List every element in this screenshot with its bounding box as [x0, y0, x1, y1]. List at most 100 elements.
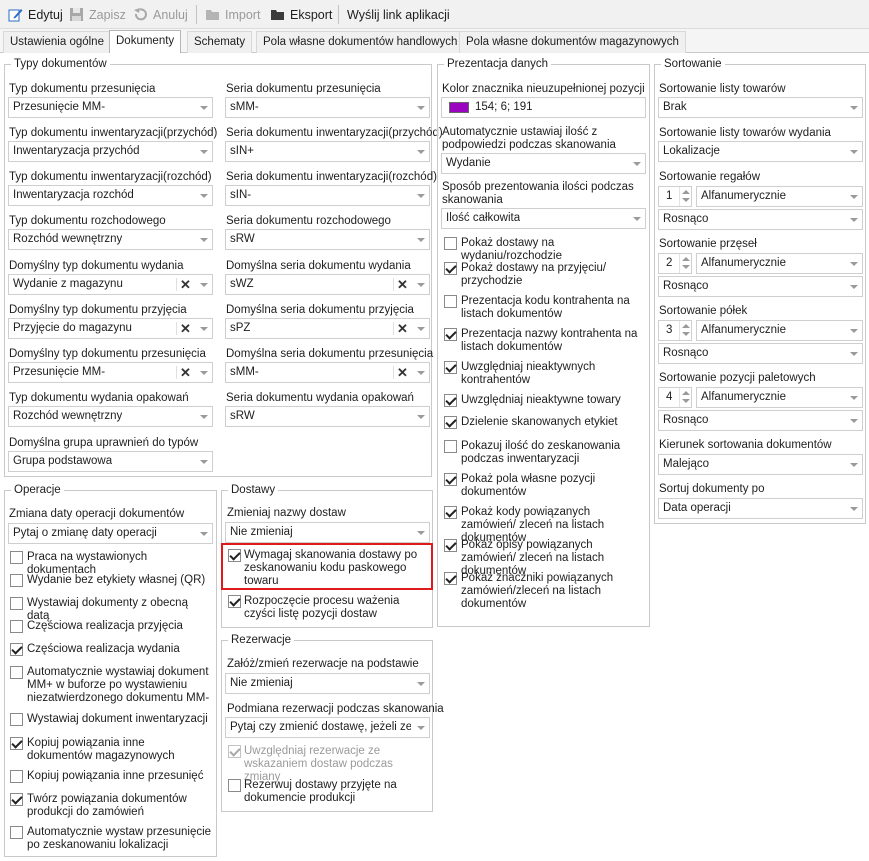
transfer-doc-series-select[interactable]: sMM-	[225, 97, 430, 118]
chevron-down-icon[interactable]	[845, 98, 862, 117]
doc-sort-by-select[interactable]: Data operacji	[658, 498, 863, 519]
checkbox[interactable]	[228, 779, 241, 792]
checkbox[interactable]	[10, 793, 23, 806]
checkbox[interactable]	[10, 574, 23, 587]
checkbox[interactable]	[228, 745, 241, 758]
chevron-down-icon[interactable]	[412, 363, 429, 382]
default-receipt-type-select[interactable]: Przyjęcie do magazynu ✕	[8, 318, 213, 339]
inventory-income-series-select[interactable]: sIN+	[225, 141, 430, 162]
checkbox[interactable]	[10, 770, 23, 783]
chevron-down-icon[interactable]	[195, 319, 212, 338]
default-transfer-type-select[interactable]: Przesunięcie MM- ✕	[8, 362, 213, 383]
checkbox[interactable]	[10, 666, 23, 679]
up-down-arrows-icon[interactable]	[679, 187, 691, 206]
clear-icon[interactable]: ✕	[393, 363, 411, 382]
checkbox[interactable]	[444, 361, 457, 374]
checkbox[interactable]	[228, 549, 241, 562]
send-link-button[interactable]: Wyślij link aplikacji	[347, 5, 450, 24]
inventory-income-type-select[interactable]: Inwentaryzacja przychód	[8, 141, 213, 162]
chevron-down-icon[interactable]	[628, 209, 645, 228]
checkbox[interactable]	[444, 506, 457, 519]
checkbox[interactable]	[228, 595, 241, 608]
chevron-down-icon[interactable]	[195, 275, 212, 294]
tab-general-settings[interactable]: Ustawienia ogólne	[3, 31, 111, 53]
product-list-sort-select[interactable]: Brak	[658, 97, 863, 118]
chevron-down-icon[interactable]	[195, 230, 212, 249]
issue-list-sort-select[interactable]: Lokalizacje	[658, 141, 863, 162]
chevron-down-icon[interactable]	[845, 277, 862, 296]
up-down-arrows-icon[interactable]	[679, 388, 691, 407]
chevron-down-icon[interactable]	[845, 388, 862, 407]
checkbox[interactable]	[10, 643, 23, 656]
up-down-arrows-icon[interactable]	[679, 254, 691, 273]
pallet-mode-select[interactable]: Alfanumerycznie	[696, 387, 863, 408]
qty-presentation-select[interactable]: Ilość całkowita	[441, 208, 646, 229]
pallet-order-select[interactable]: Rosnąco	[658, 410, 863, 431]
tab-warehouse-custom-fields[interactable]: Pola własne dokumentów magazynowych	[459, 31, 686, 53]
chevron-down-icon[interactable]	[412, 407, 429, 426]
clear-icon[interactable]: ✕	[393, 275, 411, 294]
checkbox[interactable]	[444, 473, 457, 486]
delivery-rename-select[interactable]: Nie zmieniaj	[225, 522, 430, 543]
checkbox[interactable]	[10, 737, 23, 750]
checkbox[interactable]	[444, 262, 457, 275]
permission-group-select[interactable]: Grupa podstawowa	[8, 451, 213, 472]
chevron-down-icon[interactable]	[412, 142, 429, 161]
bay-order-select[interactable]: Rosnąco	[658, 276, 863, 297]
checkbox[interactable]	[10, 713, 23, 726]
chevron-down-icon[interactable]	[412, 674, 429, 693]
chevron-down-icon[interactable]	[195, 407, 212, 426]
chevron-down-icon[interactable]	[845, 344, 862, 363]
checkbox[interactable]	[444, 295, 457, 308]
checkbox[interactable]	[10, 597, 23, 610]
chevron-down-icon[interactable]	[845, 321, 862, 340]
checkbox[interactable]	[444, 440, 457, 453]
packaging-issue-series-select[interactable]: sRW	[225, 406, 430, 427]
rack-mode-select[interactable]: Alfanumerycznie	[696, 186, 863, 207]
checkbox[interactable]	[10, 620, 23, 633]
chevron-down-icon[interactable]	[195, 524, 212, 543]
default-transfer-series-select[interactable]: sMM- ✕	[225, 362, 430, 383]
default-receipt-series-select[interactable]: sPZ ✕	[225, 318, 430, 339]
outgoing-doc-type-select[interactable]: Rozchód wewnętrzny	[8, 229, 213, 250]
packaging-issue-type-select[interactable]: Rozchód wewnętrzny	[8, 406, 213, 427]
checkbox[interactable]	[444, 572, 457, 585]
up-down-arrows-icon[interactable]	[679, 321, 691, 340]
chevron-down-icon[interactable]	[845, 142, 862, 161]
shelf-mode-select[interactable]: Alfanumerycznie	[696, 320, 863, 341]
transfer-doc-type-select[interactable]: Przesunięcie MM-	[8, 97, 213, 118]
chevron-down-icon[interactable]	[412, 275, 429, 294]
reservation-swap-select[interactable]: Pytaj czy zmienić dostawę, jeżeli ze...	[225, 717, 430, 738]
tab-trade-custom-fields[interactable]: Pola własne dokumentów handlowych	[256, 31, 465, 53]
chevron-down-icon[interactable]	[412, 523, 429, 542]
chevron-down-icon[interactable]	[845, 210, 862, 229]
checkbox[interactable]	[444, 328, 457, 341]
chevron-down-icon[interactable]	[412, 319, 429, 338]
chevron-down-icon[interactable]	[195, 142, 212, 161]
save-button[interactable]: Zapisz	[69, 5, 126, 24]
clear-icon[interactable]: ✕	[393, 319, 411, 338]
edit-button[interactable]: Edytuj	[8, 5, 63, 24]
checkbox[interactable]	[444, 539, 457, 552]
bay-priority-stepper[interactable]: 2	[658, 253, 692, 274]
chevron-down-icon[interactable]	[628, 154, 645, 173]
reservation-basis-select[interactable]: Nie zmieniaj	[225, 673, 430, 694]
cancel-button[interactable]: Anuluj	[133, 5, 188, 24]
default-issue-type-select[interactable]: Wydanie z magazynu ✕	[8, 274, 213, 295]
checkbox[interactable]	[444, 416, 457, 429]
clear-icon[interactable]: ✕	[176, 275, 194, 294]
chevron-down-icon[interactable]	[195, 363, 212, 382]
auto-qty-select[interactable]: Wydanie	[441, 153, 646, 174]
chevron-down-icon[interactable]	[195, 98, 212, 117]
chevron-down-icon[interactable]	[845, 455, 862, 474]
outgoing-doc-series-select[interactable]: sRW	[225, 229, 430, 250]
chevron-down-icon[interactable]	[412, 98, 429, 117]
inventory-outcome-type-select[interactable]: Inwentaryzacja rozchód	[8, 185, 213, 206]
checkbox[interactable]	[10, 551, 23, 564]
chevron-down-icon[interactable]	[845, 254, 862, 273]
tab-documents[interactable]: Dokumenty	[109, 30, 182, 53]
bay-mode-select[interactable]: Alfanumerycznie	[696, 253, 863, 274]
export-button[interactable]: Eksport	[270, 5, 332, 24]
chevron-down-icon[interactable]	[845, 499, 862, 518]
clear-icon[interactable]: ✕	[176, 363, 194, 382]
